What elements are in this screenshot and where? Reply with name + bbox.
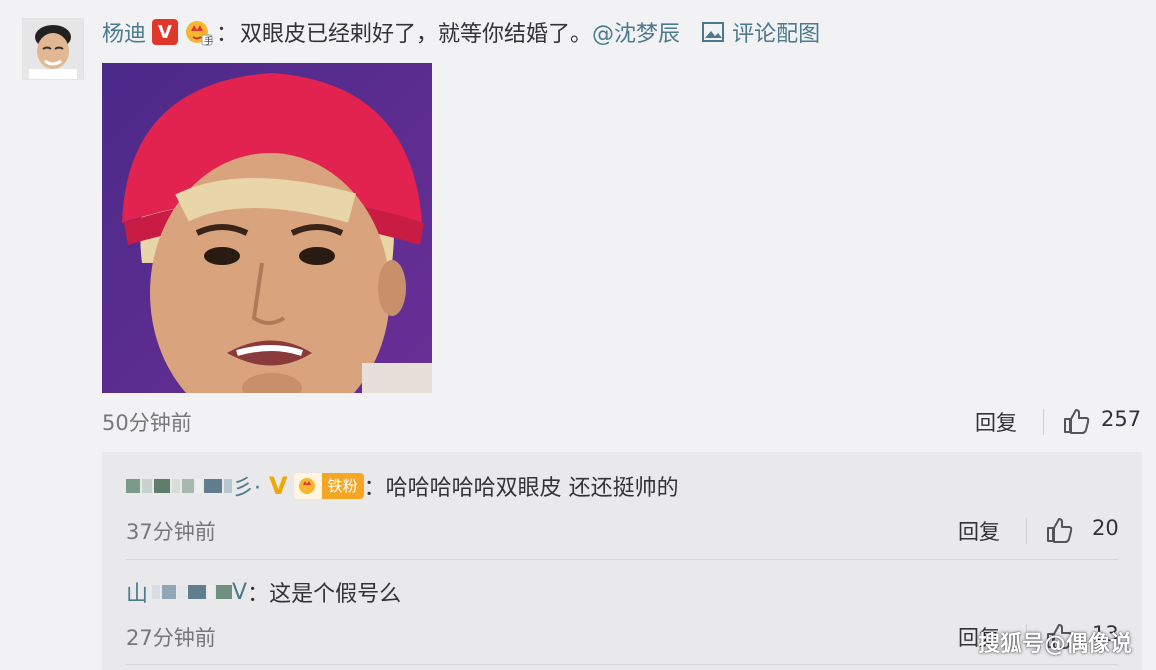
fan-icon <box>293 473 322 499</box>
comment-picture-link[interactable]: 评论配图 <box>702 16 820 48</box>
fan-badge-label: 铁粉 <box>321 473 364 499</box>
avatar[interactable] <box>22 18 84 80</box>
crown-icon: 手 <box>184 17 214 47</box>
reply-text: 哈哈哈哈哈双眼皮 还还挺帅的 <box>385 476 679 501</box>
blurred-username[interactable] <box>126 479 232 493</box>
reply-time: 27分钟前 <box>126 626 216 650</box>
colon: ： <box>247 582 270 607</box>
comment-text: 双眼皮已经剌好了，就等你结婚了。 <box>240 22 593 47</box>
main-reply-button[interactable]: 回复 <box>975 407 1017 437</box>
reply-like-count: 20 <box>1092 516 1119 540</box>
main-comment-line: 杨迪 V 手 ： 双眼皮已经剌好了，就等你结婚了。 @沈梦辰 评论配图 <box>102 14 820 50</box>
action-divider <box>1026 518 1027 544</box>
colon: ： <box>363 476 386 501</box>
reply-separator <box>126 664 1118 665</box>
reply-username-tail[interactable]: 彡· <box>232 470 261 502</box>
verified-badge-icon: V <box>269 472 288 500</box>
blurred-username[interactable] <box>152 585 233 599</box>
reply-username-head[interactable]: 山 <box>126 576 148 608</box>
comment-image[interactable] <box>102 63 432 393</box>
colon: ： <box>216 22 239 47</box>
main-like-count: 257 <box>1101 407 1142 431</box>
reply-time: 37分钟前 <box>126 520 216 544</box>
mention-link[interactable]: @沈梦辰 <box>592 16 680 48</box>
like-icon[interactable] <box>1045 516 1073 544</box>
svg-text:手: 手 <box>204 35 213 47</box>
like-icon[interactable] <box>1062 407 1090 435</box>
reply-button[interactable]: 回复 <box>958 516 1000 546</box>
reply-username-tail[interactable]: V <box>232 580 247 605</box>
reply-separator <box>126 559 1118 560</box>
action-divider <box>1043 409 1044 435</box>
watermark: 搜狐号@偶像说 <box>977 632 1132 657</box>
verified-badge-icon: V <box>152 19 179 45</box>
reply-line: 山 V ： 这是个假号么 <box>126 574 401 610</box>
comment-picture-label: 评论配图 <box>732 22 821 47</box>
fan-badge: 铁粉 <box>293 473 364 499</box>
image-icon <box>702 22 725 42</box>
main-comment-time: 50分钟前 <box>102 411 192 435</box>
reply-text: 这是个假号么 <box>269 582 402 607</box>
reply-line: 彡· V 铁粉 ： 哈哈哈哈哈双眼皮 还还挺帅的 <box>126 468 679 504</box>
username-link[interactable]: 杨迪 <box>102 16 146 48</box>
